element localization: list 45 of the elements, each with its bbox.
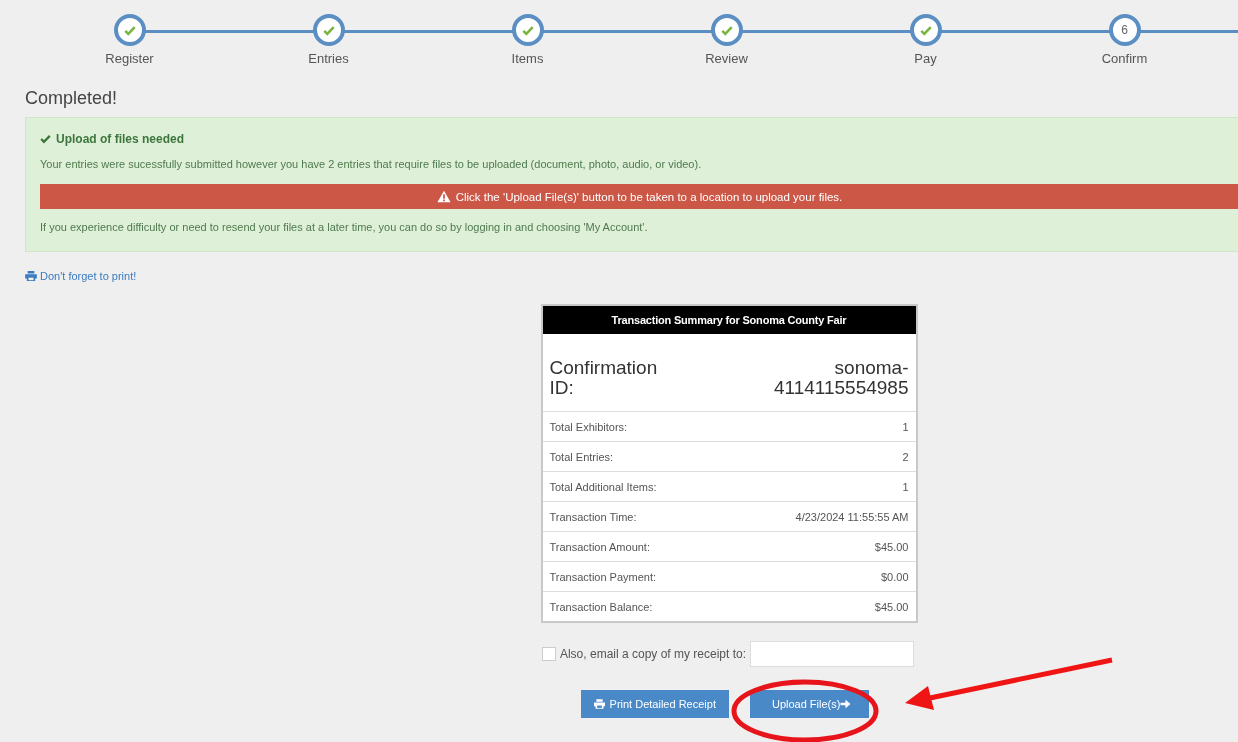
warning-text: Click the 'Upload File(s)' button to be taken to a location to upload your files. — [455, 190, 843, 203]
row-label: Total Additional Items: — [549, 480, 657, 493]
check-icon — [322, 24, 335, 36]
confirmation-label: Confirmation ID: — [549, 358, 659, 398]
printer-icon — [25, 271, 37, 281]
arrow-right-icon — [840, 699, 852, 709]
email-field[interactable] — [750, 641, 915, 667]
alert-title: Upload of files needed — [56, 132, 184, 146]
row-value: 1 — [902, 480, 909, 493]
upload-button[interactable]: Upload File(s) — [749, 690, 870, 718]
check-icon — [720, 24, 733, 36]
row-value: $45.00 — [874, 540, 909, 553]
row-label: Transaction Payment: — [549, 570, 657, 583]
row-label: Transaction Balance: — [549, 600, 653, 613]
step-label: Review — [705, 51, 748, 66]
alert-note: If you experience difficulty or need to resend your files at a later time, you can do so by logging in and choosing 'My Account'. — [40, 221, 649, 233]
step-label: Register — [105, 51, 154, 66]
check-icon — [919, 24, 932, 36]
row-label: Total Exhibitors: — [549, 420, 628, 433]
page-heading: Completed! — [25, 88, 119, 109]
row-label: Transaction Amount: — [549, 540, 650, 553]
step-label: Entries — [308, 51, 349, 66]
confirmation-id: sonoma-4114115554985 — [772, 358, 909, 398]
print-button[interactable]: Print Detailed Receipt — [580, 690, 729, 718]
summary-title: Transaction Summary for Sonoma County Fair — [542, 306, 916, 334]
email-checkbox[interactable] — [541, 647, 556, 661]
step-label: Confirm — [1101, 51, 1148, 66]
printer-icon — [593, 699, 605, 709]
row-value: 1 — [902, 420, 909, 433]
check-icon — [40, 134, 51, 144]
step-number: 6 — [1121, 23, 1128, 37]
row-label: Total Entries: — [549, 450, 614, 463]
alert-message: Your entries were sucessfully submitted however you have 2 entries that require files to be uploaded (document, photo, audio, or video). — [40, 158, 703, 170]
check-icon — [123, 24, 136, 36]
row-value: 4/23/2024 11:55:55 AM — [795, 510, 909, 523]
step-label: Items — [511, 51, 544, 66]
print-link[interactable]: Don't forget to print! — [25, 270, 137, 282]
check-icon — [521, 24, 534, 36]
row-value: $45.00 — [874, 600, 909, 613]
row-value: $0.00 — [880, 570, 909, 583]
row-label: Transaction Time: — [549, 510, 637, 523]
email-label: Also, email a copy of my receipt to: — [559, 647, 747, 661]
row-value: 2 — [902, 450, 909, 463]
warning-icon — [436, 190, 451, 203]
step-label: Pay — [914, 51, 937, 66]
